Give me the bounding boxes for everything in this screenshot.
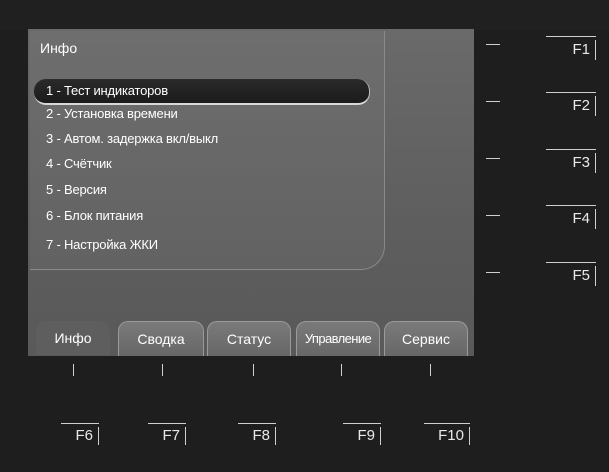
tab-service[interactable]: Сервис [384,321,468,356]
f5-key[interactable]: F5 [546,262,596,286]
f4-marker [486,215,500,216]
menu-item-label: 6 - Блок питания [46,208,144,223]
tab-summary[interactable]: Сводка [118,321,204,356]
f2-marker [486,101,500,102]
tab-label: Управление [304,331,372,346]
menu-item-power-supply[interactable]: 6 - Блок питания [40,206,143,226]
f8-marker [253,364,254,376]
f3-key[interactable]: F3 [546,149,596,173]
f10-key[interactable]: F10 [424,423,470,445]
menu-item-version[interactable]: 5 - Версия [40,180,107,200]
menu-item-counter[interactable]: 4 - Счётчик [40,154,112,174]
f6-key[interactable]: F6 [61,423,99,445]
f5-label: F5 [572,267,590,284]
f7-key[interactable]: F7 [148,423,186,445]
menu-item-label: 2 - Установка времени [46,106,178,121]
f8-label: F8 [252,427,270,444]
panel-title: Инфо [40,40,78,56]
f7-label: F7 [162,427,180,444]
f9-marker [341,364,342,376]
f1-label: F1 [572,41,590,58]
menu-item-indicator-test[interactable]: 1 - Тест индикаторов [34,79,370,105]
menu-item-label: 1 - Тест индикаторов [46,83,168,98]
tab-info[interactable]: Инфо [36,321,110,355]
f7-marker [162,364,163,376]
f4-label: F4 [572,210,590,227]
tab-control[interactable]: Управление [296,321,380,356]
f8-key[interactable]: F8 [238,423,276,445]
tab-label: Сводка [137,331,185,347]
menu-item-lcd-setup[interactable]: 7 - Настройка ЖКИ [40,235,158,255]
f2-key[interactable]: F2 [546,92,596,116]
f3-marker [486,158,500,159]
f4-key[interactable]: F4 [546,205,596,229]
f9-label: F9 [357,427,375,444]
tab-label: Сервис [402,331,450,347]
f1-marker [486,44,500,45]
f5-marker [486,272,500,273]
f6-label: F6 [75,427,93,444]
f1-key[interactable]: F1 [546,36,596,60]
info-panel: Инфо 1 - Тест индикаторов 2 - Установка … [30,31,385,270]
tab-label: Статус [226,331,272,347]
device-top-band [0,0,609,30]
menu-item-label: 5 - Версия [46,182,107,197]
f6-marker [73,364,74,376]
tab-label: Инфо [54,330,92,346]
f10-label: F10 [438,427,464,444]
menu-item-label: 4 - Счётчик [46,156,112,171]
f10-marker [430,364,431,376]
f9-key[interactable]: F9 [343,423,381,445]
menu-item-auto-delay[interactable]: 3 - Автом. задержка вкл/выкл [40,129,218,149]
lcd-screen: Инфо 1 - Тест индикаторов 2 - Установка … [28,29,474,356]
tab-status[interactable]: Статус [207,321,291,356]
menu-item-time-setup[interactable]: 2 - Установка времени [40,104,178,124]
f3-label: F3 [572,154,590,171]
menu-item-label: 7 - Настройка ЖКИ [46,237,158,252]
menu-item-label: 3 - Автом. задержка вкл/выкл [46,131,219,146]
f2-label: F2 [572,97,590,114]
